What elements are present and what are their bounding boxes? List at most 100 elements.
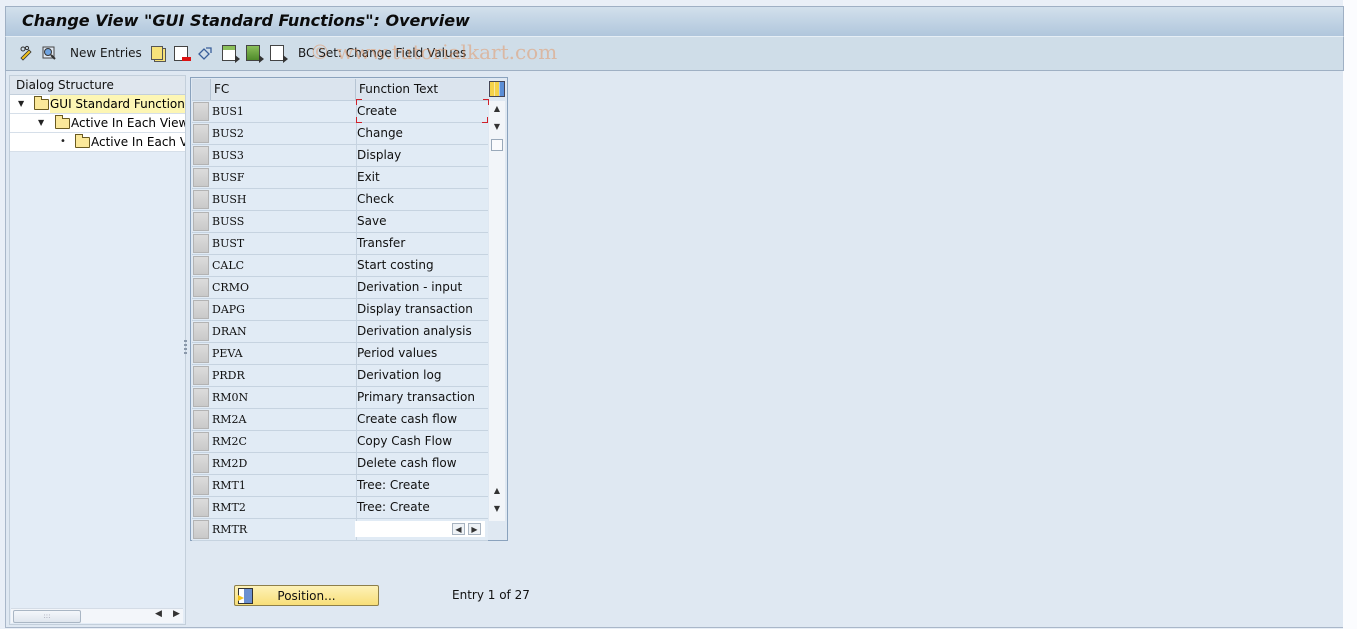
column-header-function-text[interactable]: Function Text (359, 82, 438, 96)
tree-item-label[interactable]: GUI Standard Functions (50, 95, 185, 113)
cell-function-text[interactable]: Derivation - input (356, 277, 487, 298)
tree-item-active-in-each-view-sub[interactable]: • Active In Each Vi (10, 133, 185, 152)
cell-function-text[interactable]: Period values (356, 343, 487, 364)
expand-triangle-icon[interactable]: ▼ (38, 114, 44, 132)
scroll-down-icon[interactable]: ▼ (491, 503, 503, 515)
cell-function-text[interactable]: Change (356, 123, 487, 144)
table-row[interactable]: BUST Transfer (192, 233, 488, 255)
table-settings-icon[interactable] (489, 81, 505, 97)
select-block-icon[interactable] (245, 45, 264, 63)
bc-set-change-field-values-button[interactable]: BC Set: Change Field Values (298, 46, 466, 60)
table-row[interactable]: BUS1 Create (192, 99, 489, 123)
row-select-button[interactable] (193, 520, 209, 539)
cell-fc: RM2D (211, 453, 357, 474)
row-select-button[interactable] (193, 300, 209, 319)
row-select-button[interactable] (193, 366, 209, 385)
cell-function-text[interactable]: Exit (356, 167, 487, 188)
cell-function-text[interactable]: Copy Cash Flow (356, 431, 487, 452)
deselect-all-icon[interactable] (269, 45, 288, 63)
table-row[interactable]: BUSH Check (192, 189, 488, 211)
new-entries-button[interactable]: New Entries (70, 46, 142, 60)
cell-function-text[interactable]: Save (356, 211, 487, 232)
undo-change-icon[interactable] (197, 45, 213, 61)
row-select-button[interactable] (193, 256, 209, 275)
tree-item-label[interactable]: Active In Each Vi (91, 133, 185, 151)
table-row[interactable]: RM2D Delete cash flow (192, 453, 488, 475)
scroll-right-icon[interactable]: ▶ (173, 609, 180, 619)
cell-function-text[interactable]: Create cash flow (356, 409, 487, 430)
row-select-button[interactable] (193, 234, 209, 253)
cell-function-text[interactable]: Display transaction (356, 299, 487, 320)
tree-item-gui-standard-functions[interactable]: ▼ GUI Standard Functions (10, 95, 185, 114)
cell-function-text[interactable]: Derivation analysis (356, 321, 487, 342)
row-select-button[interactable] (193, 322, 209, 341)
table-row[interactable]: BUSS Save (192, 211, 488, 233)
cell-function-text[interactable]: Transfer (356, 233, 487, 254)
cell-function-text[interactable]: Display (356, 145, 487, 166)
table-vertical-scrollbar[interactable]: ▲ ▼ ▲ ▼ (489, 101, 505, 521)
delete-icon[interactable] (173, 45, 191, 61)
leaf-bullet-icon: • (60, 136, 66, 147)
scroll-right-icon[interactable]: ▶ (468, 523, 481, 535)
cell-fc: BUS2 (211, 123, 357, 144)
table-horizontal-scrollbar[interactable]: ◀ ▶ (355, 521, 485, 537)
scroll-up-icon[interactable]: ▲ (491, 103, 503, 115)
row-select-button[interactable] (193, 432, 209, 451)
tree-item-label[interactable]: Active In Each View (71, 114, 185, 132)
select-all-rows-button[interactable] (192, 79, 211, 100)
table-row[interactable]: RM0N Primary transaction (192, 387, 488, 409)
panel-splitter[interactable] (184, 340, 187, 356)
cell-function-text[interactable]: Primary transaction (356, 387, 487, 408)
cell-function-text[interactable]: Start costing (356, 255, 487, 276)
table-row[interactable]: RMT2 Tree: Create (192, 497, 488, 519)
row-select-button[interactable] (193, 190, 209, 209)
table-row[interactable]: PEVA Period values (192, 343, 488, 365)
row-select-button[interactable] (193, 344, 209, 363)
table-row[interactable]: DAPG Display transaction (192, 299, 488, 321)
display-change-icon[interactable] (18, 45, 34, 61)
row-select-button[interactable] (193, 498, 209, 517)
table-row[interactable]: BUS2 Change (192, 123, 488, 145)
details-icon[interactable] (41, 45, 57, 61)
cell-function-text[interactable]: Create (356, 99, 489, 122)
open-folder-icon (34, 96, 49, 110)
tree-horizontal-scrollbar[interactable]: ::: ◀ ▶ (11, 608, 183, 623)
position-button-label: Position... (277, 589, 336, 603)
select-all-icon[interactable] (221, 45, 240, 63)
row-select-button[interactable] (193, 212, 209, 231)
row-select-button[interactable] (193, 278, 209, 297)
row-select-button[interactable] (193, 388, 209, 407)
column-header-fc[interactable]: FC (214, 82, 229, 96)
scroll-thumb[interactable]: ::: (13, 610, 81, 623)
cell-function-text[interactable]: Derivation log (356, 365, 487, 386)
scroll-down-icon[interactable]: ▼ (491, 121, 503, 133)
table-row[interactable]: RMT1 Tree: Create (192, 475, 488, 497)
tree-item-active-in-each-view[interactable]: ▼ Active In Each View (10, 114, 185, 133)
scroll-left-icon[interactable]: ◀ (452, 523, 465, 535)
row-select-button[interactable] (193, 102, 209, 121)
copy-icon[interactable] (149, 45, 165, 61)
cell-function-text[interactable]: Delete cash flow (356, 453, 487, 474)
table-row[interactable]: CALC Start costing (192, 255, 488, 277)
row-select-button[interactable] (193, 476, 209, 495)
scroll-left-icon[interactable]: ◀ (155, 609, 162, 619)
position-button[interactable]: Position... (234, 585, 379, 606)
row-select-button[interactable] (193, 410, 209, 429)
cell-function-text[interactable]: Tree: Create (356, 497, 487, 518)
expand-triangle-icon[interactable]: ▼ (18, 95, 24, 113)
row-select-button[interactable] (193, 168, 209, 187)
table-row[interactable]: DRAN Derivation analysis (192, 321, 488, 343)
table-row[interactable]: RM2C Copy Cash Flow (192, 431, 488, 453)
table-row[interactable]: BUSF Exit (192, 167, 488, 189)
table-row[interactable]: BUS3 Display (192, 145, 488, 167)
row-select-button[interactable] (193, 146, 209, 165)
table-row[interactable]: CRMO Derivation - input (192, 277, 488, 299)
scroll-up-icon[interactable]: ▲ (491, 485, 503, 497)
cell-function-text[interactable]: Check (356, 189, 487, 210)
table-row[interactable]: RM2A Create cash flow (192, 409, 488, 431)
cell-function-text[interactable]: Tree: Create (356, 475, 487, 496)
table-row[interactable]: PRDR Derivation log (192, 365, 488, 387)
row-select-button[interactable] (193, 454, 209, 473)
scroll-thumb[interactable] (491, 139, 503, 151)
row-select-button[interactable] (193, 124, 209, 143)
